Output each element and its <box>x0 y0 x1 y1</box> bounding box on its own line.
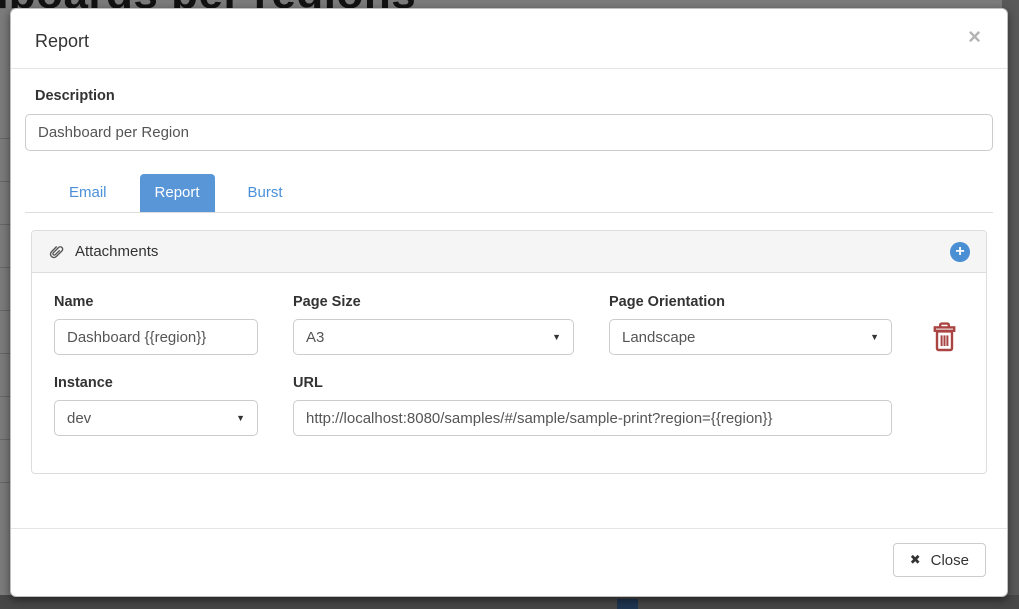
delete-attachment-button[interactable] <box>930 321 959 357</box>
report-modal: Report × Description Email Report Burst … <box>10 8 1008 597</box>
page-orientation-field-group: Page Orientation Landscape ▼ <box>609 294 892 357</box>
url-input[interactable] <box>293 400 892 436</box>
background-content-fragment <box>617 599 638 609</box>
attachments-title: Attachments <box>75 243 158 260</box>
attachments-panel: Attachments + Name Page Size A3 ▼ <box>31 230 987 474</box>
paperclip-icon <box>48 243 64 261</box>
page-orientation-label: Page Orientation <box>609 294 892 310</box>
attachments-panel-header: Attachments + <box>32 231 986 273</box>
url-field-group: URL <box>293 375 892 436</box>
instance-label: Instance <box>54 375 258 391</box>
tab-bar: Email Report Burst <box>25 174 993 213</box>
attachments-panel-body: Name Page Size A3 ▼ Page Orientation <box>32 273 986 473</box>
modal-header: Report × <box>11 9 1007 69</box>
page-size-label: Page Size <box>293 294 574 310</box>
x-icon: ✖ <box>910 552 921 568</box>
tab-email[interactable]: Email <box>54 174 122 212</box>
modal-close-icon[interactable]: × <box>968 29 981 45</box>
attachment-fields: Name Page Size A3 ▼ Page Orientation <box>54 294 964 436</box>
description-label: Description <box>35 88 983 104</box>
tab-report[interactable]: Report <box>140 174 215 212</box>
close-button[interactable]: ✖ Close <box>893 543 986 577</box>
page-orientation-value: Landscape <box>622 329 695 346</box>
instance-field-group: Instance dev ▼ <box>54 375 258 436</box>
instance-value: dev <box>67 410 91 427</box>
page-size-value: A3 <box>306 329 324 346</box>
trash-icon <box>930 342 959 357</box>
page-size-select[interactable]: A3 ▼ <box>293 319 574 355</box>
name-label: Name <box>54 294 258 310</box>
description-input[interactable] <box>25 114 993 151</box>
modal-footer: ✖ Close <box>11 528 1007 596</box>
chevron-down-icon: ▼ <box>552 332 561 342</box>
chevron-down-icon: ▼ <box>870 332 879 342</box>
tab-burst[interactable]: Burst <box>233 174 298 212</box>
name-input[interactable] <box>54 319 258 355</box>
close-button-label: Close <box>931 552 969 569</box>
name-field-group: Name <box>54 294 258 357</box>
instance-select[interactable]: dev ▼ <box>54 400 258 436</box>
modal-title: Report <box>35 29 89 53</box>
backdrop-bottom-strip <box>0 595 1019 609</box>
chevron-down-icon: ▼ <box>236 413 245 423</box>
delete-attachment-cell <box>927 294 964 357</box>
page-size-field-group: Page Size A3 ▼ <box>293 294 574 357</box>
page-orientation-select[interactable]: Landscape ▼ <box>609 319 892 355</box>
add-attachment-button[interactable]: + <box>950 242 970 262</box>
modal-body: Description Email Report Burst Attachmen… <box>11 69 1007 490</box>
url-label: URL <box>293 375 892 391</box>
